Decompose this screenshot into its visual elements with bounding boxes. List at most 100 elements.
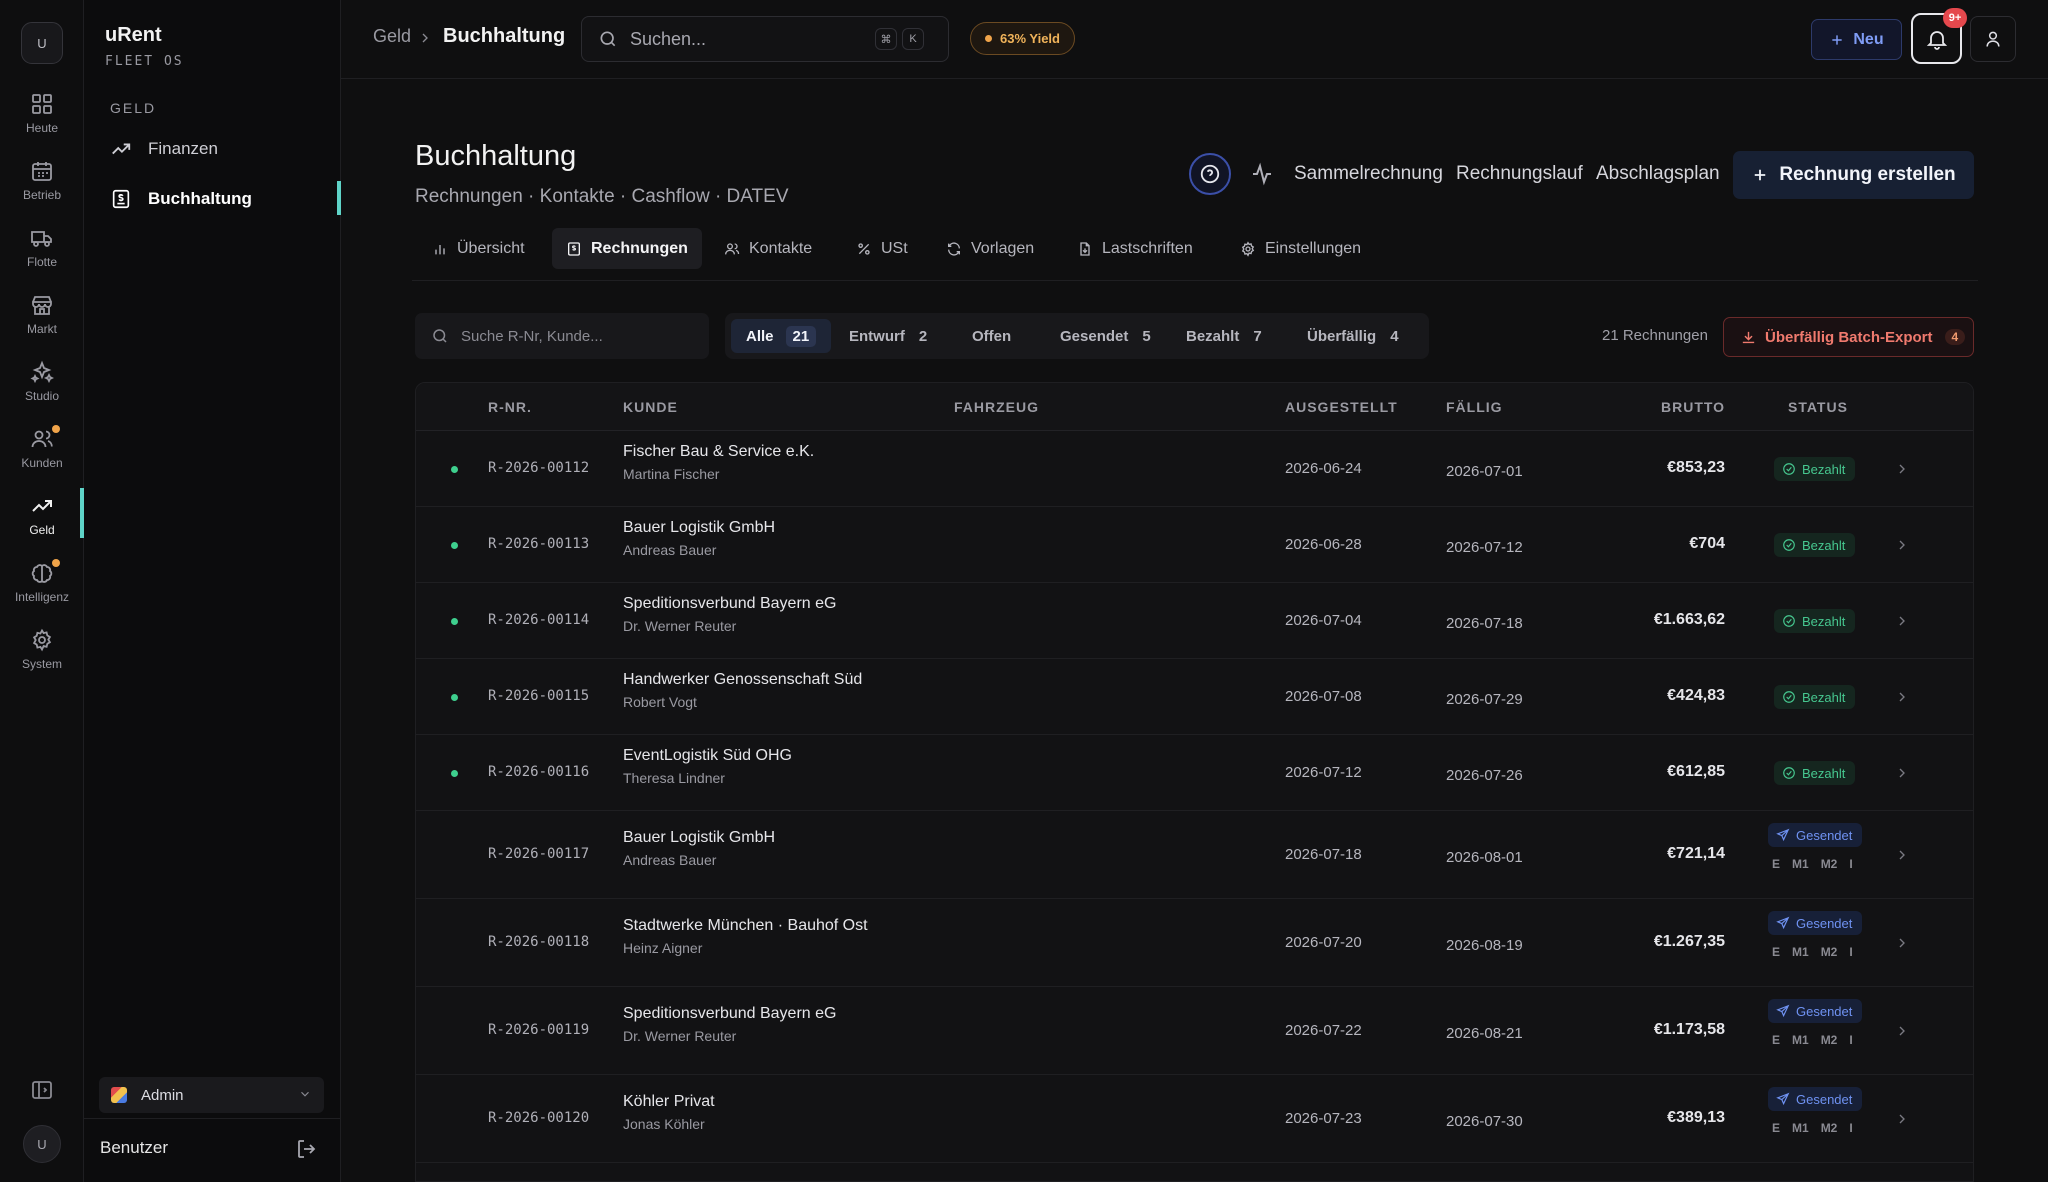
invoice-search-input[interactable]: Suche R-Nr, Kunde...	[415, 313, 709, 359]
status-label: Bezahlt	[1802, 613, 1846, 629]
invoice-number[interactable]: R-2026-00118	[488, 934, 589, 950]
sidebar-toggle-icon[interactable]	[30, 1078, 54, 1102]
column-brutto[interactable]: BRUTTO	[1661, 399, 1725, 415]
chevron-right-icon[interactable]	[1894, 1111, 1910, 1127]
logout-icon[interactable]	[295, 1137, 319, 1161]
tab-kontakte[interactable]: Kontakte	[710, 228, 826, 269]
table-row[interactable]: R-2026-00114 Speditionsverbund Bayern eG D…	[416, 583, 1973, 659]
tab-rechnungen[interactable]: Rechnungen	[552, 228, 702, 269]
invoice-number[interactable]: R-2026-00116	[488, 764, 589, 780]
global-search-input[interactable]: Suchen... ⌘ K	[581, 16, 949, 62]
gross-amount: €1.173,58	[1653, 1021, 1725, 1038]
rail-item-heute[interactable]: Heute	[0, 86, 84, 148]
chevron-right-icon[interactable]	[1894, 613, 1910, 629]
table-row[interactable]: R-2026-00120 Köhler Privat Jonas Köhler 202…	[416, 1075, 1973, 1163]
column-fahrzeug[interactable]: FAHRZEUG	[954, 399, 1039, 415]
tab-vorlagen[interactable]: Vorlagen	[932, 228, 1048, 269]
workspace-logo[interactable]: U	[21, 22, 63, 64]
table-row[interactable]: R-2026-00119 Speditionsverbund Bayern eG D…	[416, 987, 1973, 1075]
create-invoice-button[interactable]: Rechnung erstellen	[1733, 151, 1974, 199]
rail-label: Intelligenz	[14, 590, 70, 604]
rail-item-betrieb[interactable]: Betrieb	[0, 153, 84, 215]
invoice-number[interactable]: R-2026-00114	[488, 612, 589, 628]
chevron-right-icon	[422, 33, 428, 43]
table-row[interactable]: R-2026-00113 Bauer Logistik GmbH Andreas B…	[416, 507, 1973, 583]
chevron-right-icon[interactable]	[1894, 689, 1910, 705]
chevron-right-icon[interactable]	[1894, 847, 1910, 863]
column-kunde[interactable]: KUNDE	[623, 399, 678, 415]
status-dot	[985, 35, 992, 42]
yield-badge[interactable]: 63% Yield	[970, 22, 1075, 55]
filter-count: 21	[785, 325, 817, 347]
icon-rail: U Heute Betrieb Flotte Markt Studio Kund…	[0, 0, 84, 1182]
rail-item-flotte[interactable]: Flotte	[0, 220, 84, 282]
chevron-right-icon[interactable]	[1894, 935, 1910, 951]
help-button[interactable]	[1189, 153, 1231, 195]
table-row[interactable]: R-2026-00115 Handwerker Genossenschaft Sü…	[416, 659, 1973, 735]
column-ausgestellt[interactable]: AUSGESTELLT	[1285, 399, 1398, 415]
breadcrumb-parent[interactable]: Geld	[373, 26, 411, 47]
issue-date: 2026-07-22	[1285, 1022, 1362, 1039]
invoice-number[interactable]: R-2026-00120	[488, 1110, 589, 1126]
filter-entwurf[interactable]: Entwurf 2	[834, 319, 942, 353]
invoice-number[interactable]: R-2026-00119	[488, 1022, 589, 1038]
user-menu-button[interactable]	[1970, 16, 2016, 62]
table-header: R-NR. KUNDE FAHRZEUG AUSGESTELLT FÄLLIG …	[416, 383, 1973, 431]
filter-ueberfaellig[interactable]: Überfällig 4	[1292, 319, 1414, 353]
sammelrechnung-link[interactable]: Sammelrechnung	[1294, 163, 1443, 185]
rail-item-studio[interactable]: Studio	[0, 354, 84, 416]
role-selector[interactable]: Admin	[99, 1077, 324, 1113]
rail-item-kunden[interactable]: Kunden	[0, 421, 84, 483]
rail-item-intelligenz[interactable]: Intelligenz	[0, 555, 84, 617]
column-rnr[interactable]: R-NR.	[488, 399, 532, 415]
due-date: 2026-08-01	[1446, 849, 1523, 866]
column-status[interactable]: STATUS	[1788, 399, 1848, 415]
sidebar-item-buchhaltung[interactable]: Buchhaltung	[84, 179, 341, 219]
filter-offen[interactable]: Offen	[957, 319, 1026, 353]
invoice-table: R-NR. KUNDE FAHRZEUG AUSGESTELLT FÄLLIG …	[415, 382, 1974, 1182]
issue-date: 2026-07-08	[1285, 688, 1362, 705]
customer-contact: Andreas Bauer	[623, 852, 717, 868]
table-row[interactable]: R-2026-00116 EventLogistik Süd OHG Theresa…	[416, 735, 1973, 811]
sidebar-item-finanzen[interactable]: Finanzen	[84, 129, 341, 169]
column-faellig[interactable]: FÄLLIG	[1446, 399, 1503, 415]
invoice-number[interactable]: R-2026-00112	[488, 460, 589, 476]
rail-item-system[interactable]: System	[0, 622, 84, 684]
tab-ust[interactable]: USt	[842, 228, 922, 269]
new-button[interactable]: Neu	[1811, 19, 1902, 60]
help-icon	[1200, 164, 1220, 184]
rechnungslauf-link[interactable]: Rechnungslauf	[1456, 163, 1583, 185]
due-date: 2026-08-21	[1446, 1025, 1523, 1042]
rail-item-markt[interactable]: Markt	[0, 287, 84, 349]
table-row[interactable]: R-2026-00117 Bauer Logistik GmbH Andreas B…	[416, 811, 1973, 899]
gear-icon	[32, 628, 52, 652]
chevron-right-icon[interactable]	[1894, 537, 1910, 553]
abschlagsplan-link[interactable]: Abschlagsplan	[1596, 163, 1720, 185]
tab-lastschriften[interactable]: Lastschriften	[1063, 228, 1207, 269]
customer-contact: Andreas Bauer	[623, 542, 717, 558]
table-row[interactable]: R-2026-00112 Fischer Bau & Service e.K. Ma…	[416, 431, 1973, 507]
rail-label: Flotte	[26, 255, 57, 269]
filter-bezahlt[interactable]: Bezahlt 7	[1171, 319, 1277, 353]
chevron-right-icon[interactable]	[1894, 461, 1910, 477]
issue-date: 2026-06-28	[1285, 536, 1362, 553]
role-label: Admin	[141, 1086, 184, 1104]
tab-uebersicht[interactable]: Übersicht	[418, 228, 539, 269]
divider	[412, 280, 1978, 281]
filter-alle[interactable]: Alle 21	[731, 319, 832, 353]
invoice-number[interactable]: R-2026-00115	[488, 688, 589, 704]
activity-icon[interactable]	[1250, 162, 1274, 186]
status-badge: Bezahlt	[1774, 761, 1856, 785]
invoice-number[interactable]: R-2026-00117	[488, 846, 589, 862]
chevron-right-icon[interactable]	[1894, 1023, 1910, 1039]
filter-gesendet[interactable]: Gesendet 5	[1045, 319, 1166, 353]
invoice-number[interactable]: R-2026-00113	[488, 536, 589, 552]
avatar[interactable]: U	[23, 1125, 61, 1163]
table-row[interactable]: R-2026-00118 Stadtwerke München · Bauhof …	[416, 899, 1973, 987]
tab-einstellungen[interactable]: Einstellungen	[1226, 228, 1375, 269]
rail-item-geld[interactable]: Geld	[0, 488, 84, 550]
overdue-export-button[interactable]: Überfällig Batch-Export 4	[1723, 317, 1974, 357]
issue-date: 2026-07-20	[1285, 934, 1362, 951]
trending-up-icon	[32, 500, 52, 512]
chevron-right-icon[interactable]	[1894, 765, 1910, 781]
